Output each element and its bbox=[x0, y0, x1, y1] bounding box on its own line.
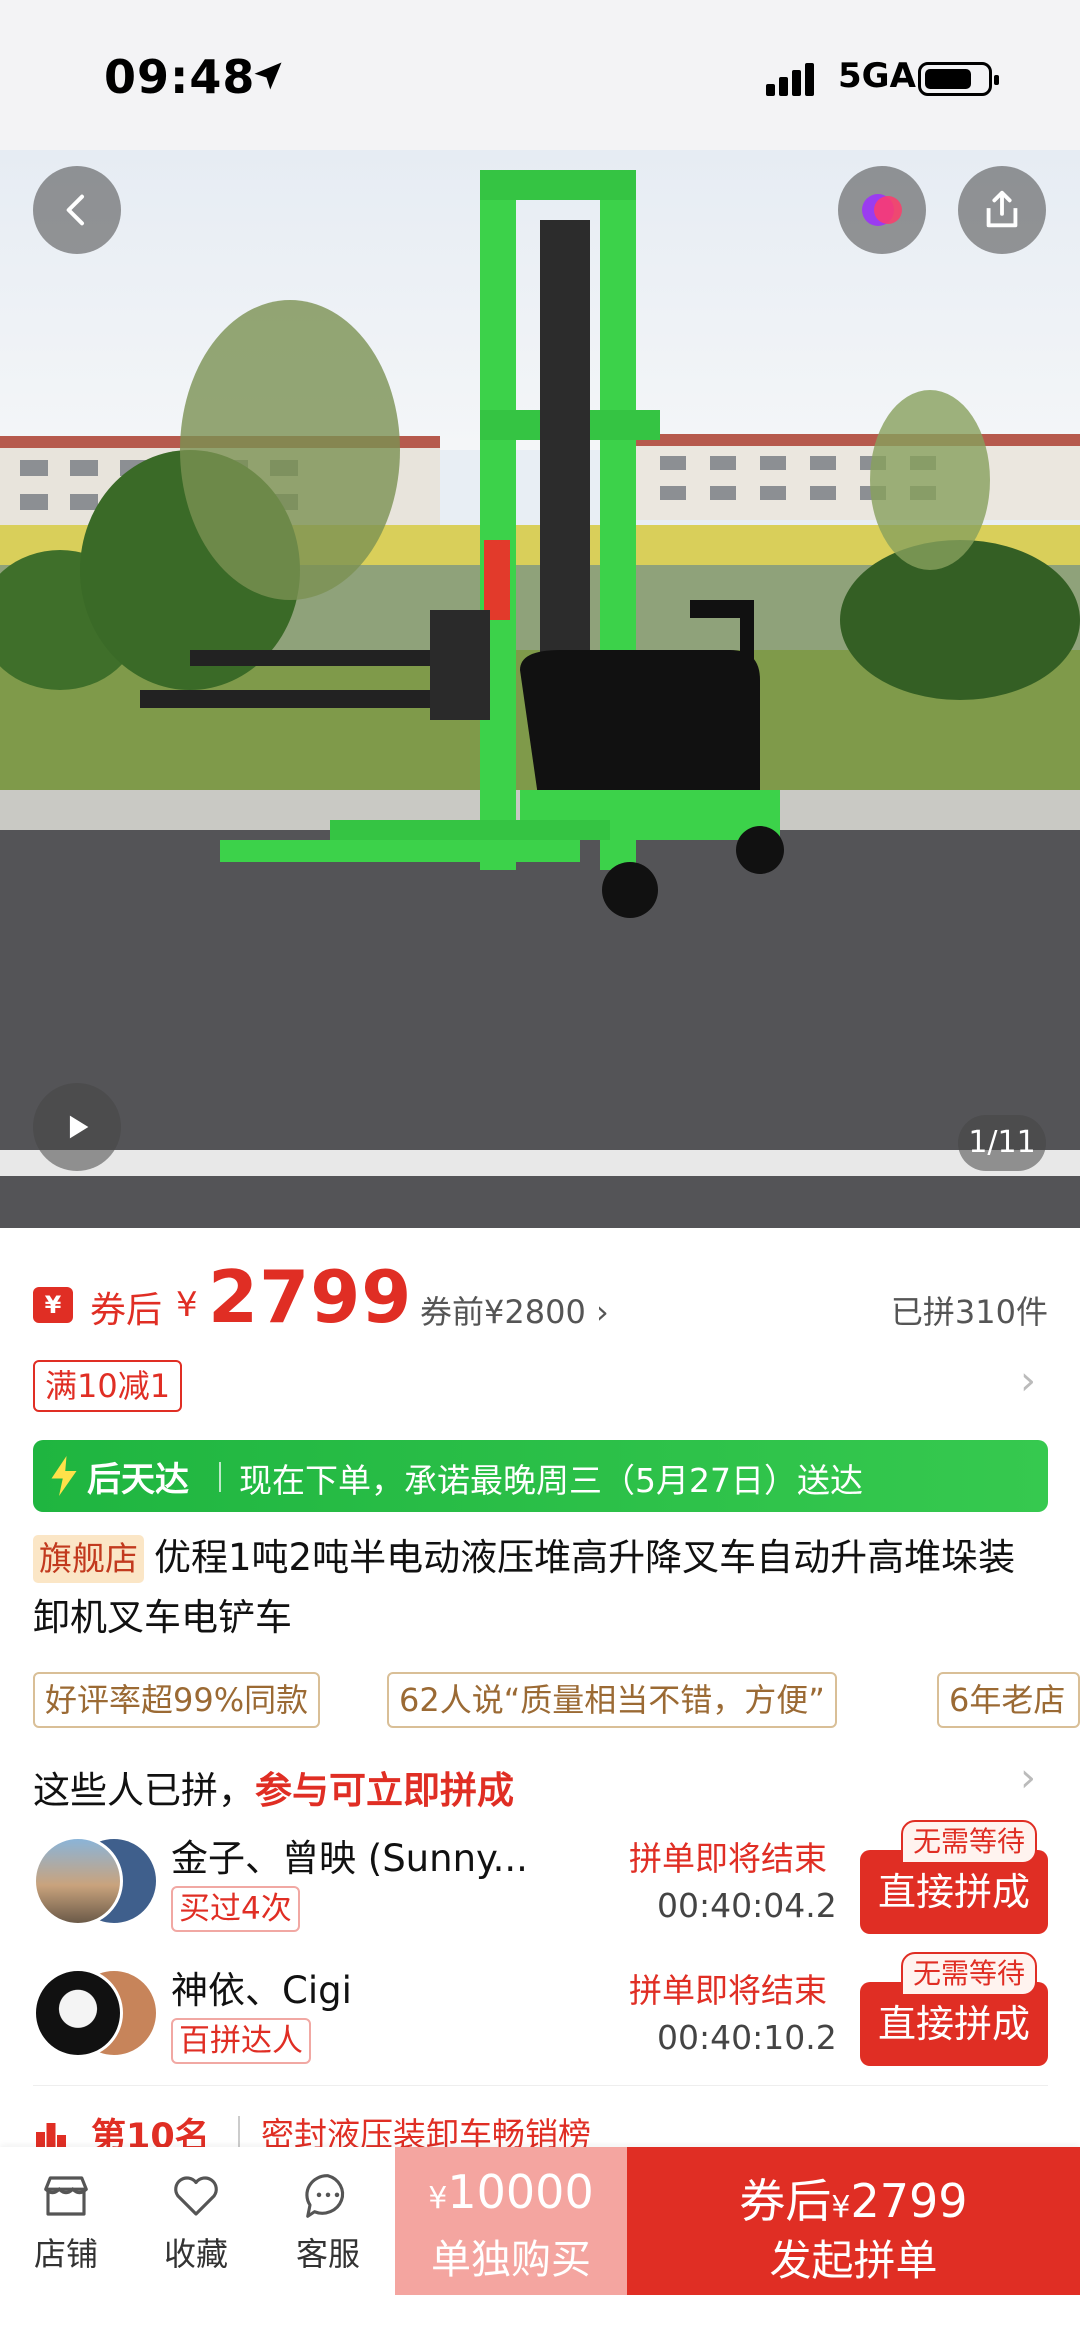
tab-label: 店铺 bbox=[33, 2235, 98, 2273]
countdown-timer: 00:40:10.2 bbox=[657, 2018, 837, 2057]
member-tag: 买过4次 bbox=[171, 1886, 300, 1932]
store-badge: 旗舰店 bbox=[33, 1535, 144, 1583]
solo-price-value: 10000 bbox=[447, 2165, 594, 2219]
sold-count: 已拼310件 bbox=[890, 1293, 1048, 1331]
group-members: 金子、曾映 (Sunny... bbox=[171, 1837, 528, 1880]
group-members: 神依、Cigi bbox=[171, 1969, 352, 2012]
play-icon bbox=[69, 1115, 89, 1139]
review-tags: 好评率超99%同款 62人说“质量相当不错，方便” 6年老店 bbox=[33, 1672, 1080, 1730]
tab-favorite[interactable]: 收藏 bbox=[146, 2169, 246, 2275]
assistant-button[interactable] bbox=[838, 166, 926, 254]
group-price: 券后¥2799 bbox=[627, 2165, 1080, 2231]
group-label: 发起拼单 bbox=[769, 2236, 938, 2285]
delivery-banner[interactable]: 后天达 现在下单，承诺最晚周三（5月27日）送达 bbox=[33, 1440, 1048, 1512]
signal-icon bbox=[766, 63, 814, 96]
product-title: 旗舰店 优程1吨2吨半电动液压堆高升降叉车自动升高堆垛装卸机叉车电铲车 bbox=[33, 1528, 1048, 1648]
tab-store[interactable]: 店铺 bbox=[16, 2169, 116, 2275]
after-coupon-label: 券后 bbox=[90, 1290, 163, 1331]
group-price-value: 2799 bbox=[850, 2174, 968, 2228]
chevron-right-icon[interactable]: › bbox=[1020, 1358, 1036, 1404]
solo-label: 单独购买 bbox=[431, 2237, 591, 2283]
ending-soon-label: 拼单即将结束 bbox=[629, 1839, 827, 1878]
product-title-text: 优程1吨2吨半电动液压堆高升降叉车自动升高堆垛装卸机叉车电铲车 bbox=[33, 1536, 1016, 1639]
ranking-icon bbox=[36, 2123, 66, 2147]
review-tag[interactable]: 6年老店 bbox=[937, 1672, 1080, 1728]
price-value: 2799 bbox=[208, 1255, 413, 1339]
share-button[interactable] bbox=[958, 166, 1046, 254]
avatar bbox=[33, 1836, 123, 1926]
delivery-promise: 现在下单，承诺最晚周三（5月27日）送达 bbox=[239, 1461, 863, 1500]
group-buy-header[interactable]: 这些人已拼，参与可立即拼成 bbox=[33, 1760, 514, 1814]
price-row: ¥ 券后 ¥ 2799 券前¥2800 › 已拼310件 bbox=[33, 1255, 1048, 1345]
product-gallery[interactable]: 1/11 bbox=[0, 150, 1080, 1228]
back-button[interactable] bbox=[33, 166, 121, 254]
promo-tag[interactable]: 满10减1 bbox=[33, 1360, 183, 1412]
group-buy-header-highlight: 参与可立即拼成 bbox=[255, 1769, 514, 1812]
divider bbox=[219, 1462, 221, 1492]
location-arrow-icon bbox=[254, 62, 282, 90]
tab-customer-service[interactable]: 客服 bbox=[278, 2169, 378, 2275]
divider bbox=[238, 2116, 240, 2148]
currency-symbol: ¥ bbox=[831, 2190, 851, 2225]
store-icon bbox=[44, 2176, 88, 2216]
buy-alone-button[interactable]: ¥10000 单独购买 bbox=[395, 2147, 627, 2295]
review-tag[interactable]: 62人说“质量相当不错，方便” bbox=[387, 1672, 837, 1728]
no-wait-badge: 无需等待 bbox=[901, 1820, 1038, 1864]
status-bar: 09:48 5GA bbox=[0, 0, 1080, 150]
chevron-right-icon: › bbox=[595, 1293, 609, 1331]
product-photo bbox=[0, 150, 1080, 1228]
currency-symbol: ¥ bbox=[428, 2181, 448, 2216]
review-tag[interactable]: 好评率超99%同款 bbox=[33, 1672, 321, 1728]
price-currency: ¥ bbox=[176, 1285, 198, 1325]
share-icon bbox=[986, 190, 1018, 228]
heart-icon bbox=[174, 2176, 218, 2216]
assistant-orb-icon bbox=[862, 194, 902, 226]
group-price-prefix: 券后 bbox=[739, 2174, 832, 2228]
before-coupon-text: 券前¥2800 bbox=[420, 1293, 586, 1331]
avatar bbox=[33, 1968, 123, 2058]
tab-label: 客服 bbox=[295, 2235, 360, 2273]
bottom-action-bar: 店铺 收藏 客服 ¥10000 单独购买 券后¥2799 发起拼单 bbox=[0, 2147, 1080, 2341]
ranking-row[interactable]: 第10名 密封液压装卸车畅销榜 bbox=[33, 2085, 1048, 2157]
status-time: 09:48 bbox=[104, 50, 256, 104]
group-row: 金子、曾映 (Sunny... 买过4次 拼单即将结束 00:40:04.2 直… bbox=[33, 1820, 1048, 1940]
solo-price: ¥10000 bbox=[395, 2165, 627, 2219]
tab-label: 收藏 bbox=[163, 2235, 228, 2273]
play-video-button[interactable] bbox=[33, 1083, 121, 1171]
coupon-icon: ¥ bbox=[33, 1287, 73, 1323]
countdown-timer: 00:40:04.2 bbox=[657, 1886, 837, 1925]
avatar-group bbox=[33, 1836, 163, 1928]
group-buy-header-text: 这些人已拼， bbox=[33, 1769, 255, 1812]
battery-icon bbox=[918, 62, 999, 96]
no-wait-badge: 无需等待 bbox=[901, 1952, 1038, 1996]
gallery-page-indicator: 1/11 bbox=[958, 1115, 1046, 1171]
start-group-button[interactable]: 券后¥2799 发起拼单 bbox=[627, 2147, 1080, 2295]
group-row: 神依、Cigi 百拼达人 拼单即将结束 00:40:10.2 直接拼成 无需等待 bbox=[33, 1952, 1048, 2072]
member-tag: 百拼达人 bbox=[171, 2018, 311, 2064]
network-type: 5GA bbox=[838, 56, 916, 96]
chevron-left-icon bbox=[66, 194, 84, 226]
chat-icon bbox=[305, 2174, 345, 2218]
ending-soon-label: 拼单即将结束 bbox=[629, 1971, 827, 2010]
before-coupon-price[interactable]: 券前¥2800 › bbox=[420, 1287, 609, 1333]
lightning-icon bbox=[51, 1456, 77, 1496]
chevron-right-icon[interactable]: › bbox=[1020, 1755, 1036, 1801]
delivery-brand: 后天达 bbox=[87, 1460, 189, 1500]
avatar-group bbox=[33, 1968, 163, 2060]
